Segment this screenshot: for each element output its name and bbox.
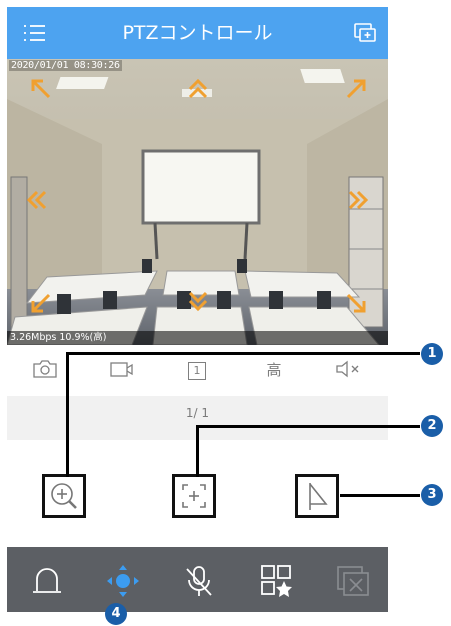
callout-2: 2 (421, 415, 443, 437)
microphone-off-icon[interactable] (179, 561, 219, 601)
callout-line-3 (340, 494, 420, 497)
ptz-down-right-arrow-icon[interactable] (342, 289, 368, 315)
callout-line-2-vertical (196, 425, 199, 477)
ptz-down-left-arrow-icon[interactable] (29, 289, 55, 315)
video-timestamp: 2020/01/01 08:30:26 (9, 60, 122, 71)
close-window-icon (333, 561, 373, 601)
callout-3: 3 (421, 484, 443, 506)
ptz-up-arrow-icon[interactable] (185, 77, 211, 103)
split-screen-button[interactable]: 1 (177, 359, 217, 381)
bitrate-status: 3.26Mbps 10.9%(高) (7, 331, 388, 345)
focus-button[interactable] (172, 474, 216, 518)
page-indicator: 1/ 1 (185, 406, 210, 420)
ptz-up-right-arrow-icon[interactable] (342, 77, 368, 103)
bottom-nav (7, 547, 388, 612)
ptz-left-arrow-icon[interactable] (25, 187, 51, 213)
preset-button[interactable] (295, 474, 339, 518)
callout-1: 1 (421, 343, 443, 365)
quality-label: 高 (266, 361, 282, 379)
alarm-light-icon[interactable] (27, 561, 67, 601)
zoom-in-icon (51, 483, 77, 509)
split-screen-label: 1 (188, 362, 206, 380)
callout-line-1 (66, 352, 420, 355)
speaker-mute-icon[interactable] (329, 359, 369, 381)
camera-icon[interactable] (25, 359, 65, 381)
ptz-down-arrow-icon[interactable] (185, 287, 211, 313)
zoom-in-button[interactable] (42, 474, 86, 518)
callout-line-2 (196, 425, 420, 428)
focus-frame-icon (182, 484, 206, 508)
screen-switch-icon[interactable] (352, 20, 378, 46)
page-title: PTZコントロール (122, 22, 273, 44)
callout-4: 4 (105, 603, 127, 625)
flag-icon (309, 483, 328, 510)
callout-line-1-vertical (66, 352, 69, 477)
camera-video-view[interactable]: 2020/01/01 08:30:26 3.26Mbps 10.9%(高) (7, 59, 388, 345)
favorites-grid-icon[interactable] (257, 561, 297, 601)
ptz-direction-icon[interactable] (103, 561, 143, 601)
video-record-icon[interactable] (102, 359, 142, 381)
app-header: PTZコントロール (7, 7, 388, 59)
ptz-up-left-arrow-icon[interactable] (29, 77, 55, 103)
quality-button[interactable]: 高 (254, 359, 294, 381)
ptz-right-arrow-icon[interactable] (344, 187, 370, 213)
